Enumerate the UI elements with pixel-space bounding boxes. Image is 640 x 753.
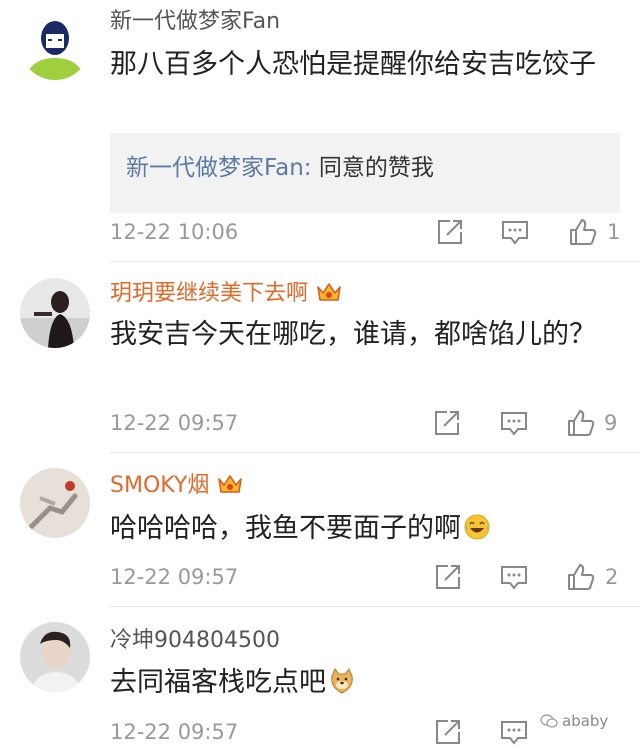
quote-text: 同意的赞我: [318, 155, 434, 181]
username-text[interactable]: 玥玥要继续美下去啊: [110, 281, 308, 306]
comment-username[interactable]: SMOKY烟: [110, 472, 243, 500]
share-icon[interactable]: [432, 408, 462, 438]
quote-username[interactable]: 新一代做梦家Fan: [126, 155, 304, 181]
comment-text: 我安吉今天在哪吃，谁请，都啥馅儿的？: [110, 319, 596, 350]
like-icon[interactable]: [566, 408, 596, 438]
like-count: 9: [604, 411, 618, 435]
watermark: ababy: [540, 712, 608, 730]
like-count: 2: [605, 565, 619, 589]
watermark-text: ababy: [562, 712, 609, 730]
comment-icon[interactable]: [499, 408, 529, 438]
comment-icon[interactable]: [500, 217, 530, 247]
comment-text-content: 哈哈哈哈，我鱼不要面子的啊: [110, 513, 461, 544]
comment-time: 12-22 09:57: [110, 411, 239, 435]
comment-time: 12-22 09:57: [110, 720, 239, 744]
doge-emoji: [331, 668, 353, 694]
comment-username[interactable]: 新一代做梦家Fan: [110, 8, 280, 36]
wechat-icon: [540, 714, 558, 728]
quoted-reply[interactable]: 新一代做梦家Fan: 同意的赞我: [110, 133, 620, 213]
like-icon[interactable]: [568, 217, 598, 247]
comment-icon[interactable]: [499, 562, 529, 592]
like-icon[interactable]: [566, 562, 596, 592]
comment-text-content: 去同福客栈吃点吧: [110, 667, 326, 698]
avatar[interactable]: [20, 278, 90, 348]
divider: [110, 261, 640, 262]
quote-separator: :: [303, 155, 319, 181]
share-icon[interactable]: [435, 217, 465, 247]
comment-username[interactable]: 玥玥要继续美下去啊: [110, 280, 342, 308]
divider: [110, 606, 640, 607]
share-icon[interactable]: [433, 562, 463, 592]
vip-crown-icon: [218, 475, 243, 493]
comment-text: 哈哈哈哈，我鱼不要面子的啊: [110, 510, 610, 547]
comment-username[interactable]: 冷坤904804500: [110, 627, 280, 655]
comment-text: 那八百多个人恐怕是提醒你给安吉吃饺子: [110, 49, 596, 80]
share-icon[interactable]: [433, 717, 463, 747]
avatar[interactable]: [20, 468, 90, 538]
avatar[interactable]: [20, 622, 90, 692]
username-text[interactable]: SMOKY烟: [110, 473, 209, 498]
avatar[interactable]: [20, 10, 90, 80]
divider: [110, 452, 640, 453]
laughing-tears-emoji: [464, 514, 490, 540]
comment-icon[interactable]: [499, 717, 529, 747]
like-count: 1: [607, 220, 621, 244]
vip-crown-icon: [317, 283, 341, 301]
comment-time: 12-22 09:57: [110, 565, 239, 589]
comment-time: 12-22 10:06: [110, 220, 239, 244]
comment-text: 去同福客栈吃点吧: [110, 664, 610, 701]
